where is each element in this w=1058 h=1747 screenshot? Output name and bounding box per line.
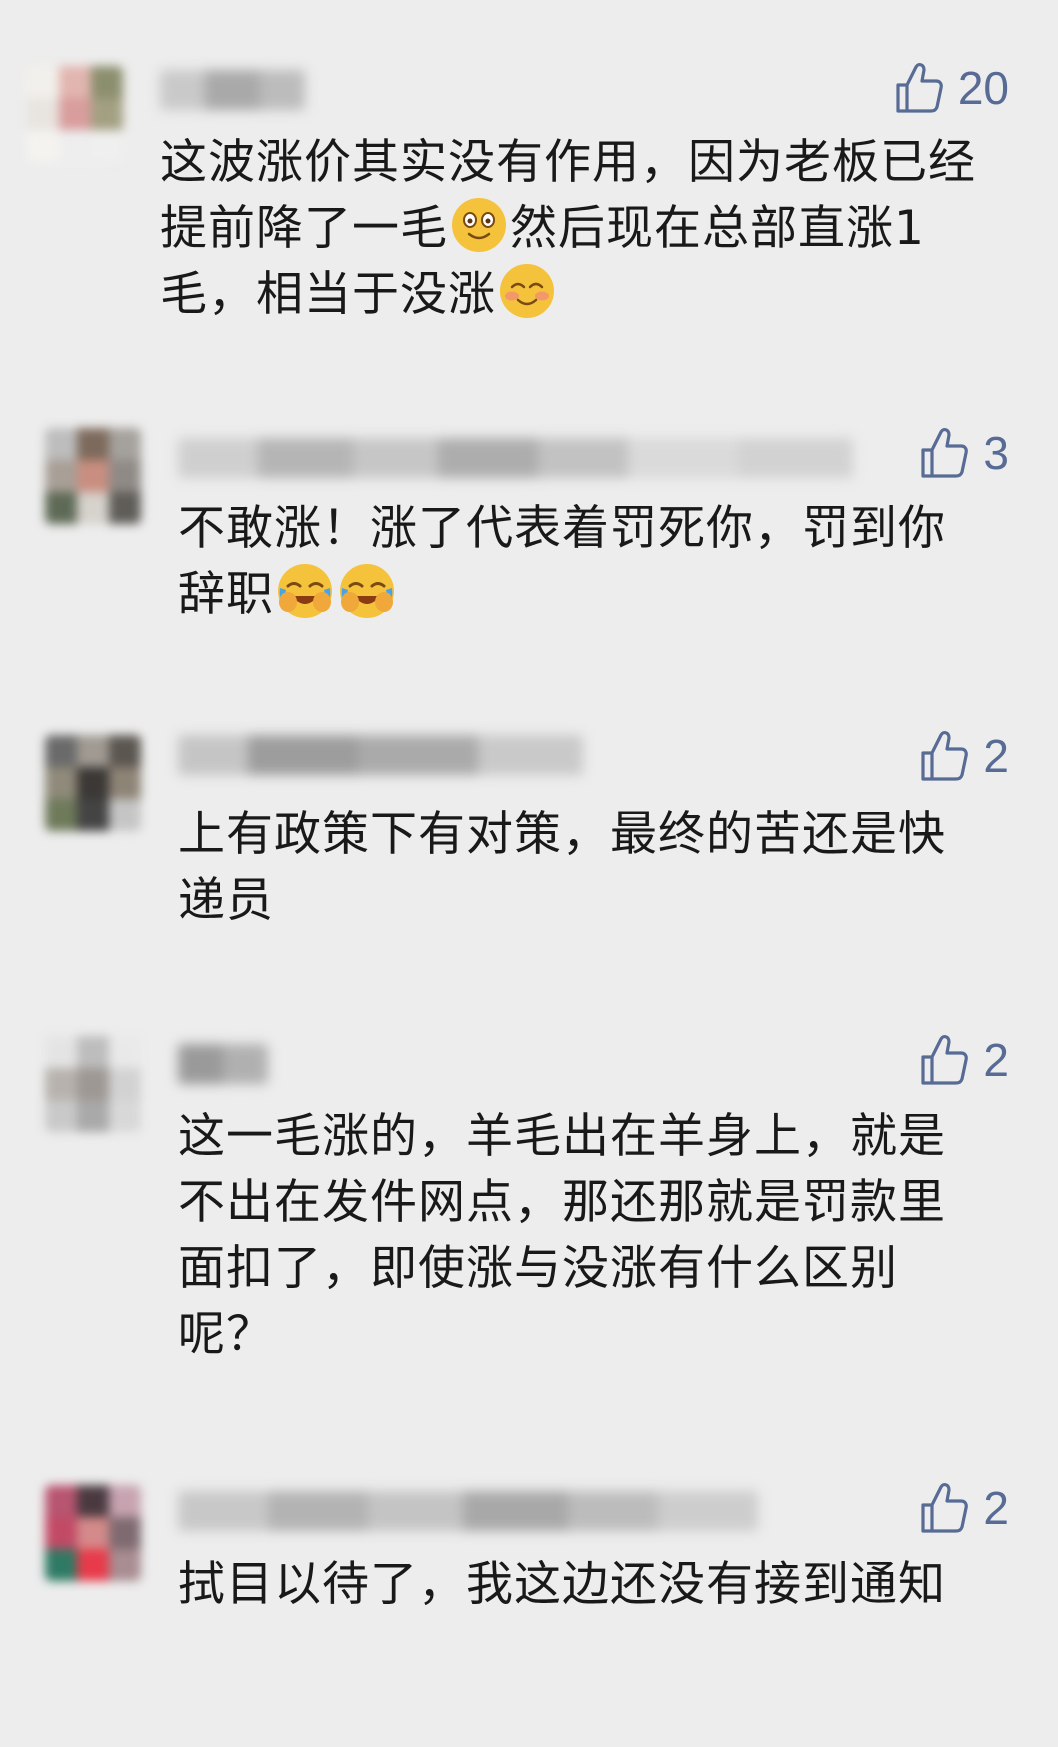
thumbs-up-icon bbox=[921, 428, 969, 478]
comment-text: 拭目以待了，我这边还没有接到通知 bbox=[178, 1557, 946, 1612]
like-button[interactable]: 2 bbox=[919, 1030, 1009, 1090]
comment-text: 上有政策下有对策，最终的苦还是快递员 bbox=[178, 807, 946, 928]
username[interactable] bbox=[178, 438, 853, 478]
thumbs-up-icon bbox=[921, 731, 969, 781]
username[interactable] bbox=[178, 735, 583, 775]
crying-laughing-emoji bbox=[340, 564, 394, 618]
smile-emoji bbox=[452, 198, 506, 252]
like-button[interactable]: 2 bbox=[919, 1478, 1009, 1538]
avatar[interactable] bbox=[45, 735, 141, 831]
like-count: 2 bbox=[983, 1482, 1009, 1534]
like-count: 20 bbox=[957, 62, 1009, 114]
username[interactable] bbox=[178, 1491, 758, 1531]
thumbs-up-icon bbox=[921, 1483, 969, 1533]
avatar[interactable] bbox=[45, 428, 141, 524]
username[interactable] bbox=[178, 1044, 268, 1084]
comment-text: 不敢涨！涨了代表着罚死你，罚到你辞职 bbox=[178, 501, 946, 622]
like-button[interactable]: 3 bbox=[919, 423, 1009, 483]
blush-emoji bbox=[500, 264, 554, 318]
thumbs-up-icon bbox=[921, 1035, 969, 1085]
avatar[interactable] bbox=[27, 66, 123, 162]
crying-laughing-emoji bbox=[278, 564, 332, 618]
like-count: 2 bbox=[983, 730, 1009, 782]
username[interactable] bbox=[160, 70, 305, 110]
comment-text: 这一毛涨的，羊毛出在羊身上，就是不出在发件网点，那还那就是罚款里面扣了，即使涨与… bbox=[178, 1109, 946, 1362]
comment-text: 这波涨价其实没有作用，因为老板已经提前降了一毛 然后现在总部直涨1毛，相当于没涨 bbox=[160, 135, 976, 322]
thumbs-up-icon bbox=[896, 63, 943, 113]
like-count: 3 bbox=[983, 427, 1009, 479]
like-button[interactable]: 20 bbox=[894, 58, 1009, 118]
like-count: 2 bbox=[983, 1034, 1009, 1086]
avatar[interactable] bbox=[45, 1485, 141, 1581]
avatar[interactable] bbox=[45, 1036, 141, 1132]
like-button[interactable]: 2 bbox=[919, 726, 1009, 786]
